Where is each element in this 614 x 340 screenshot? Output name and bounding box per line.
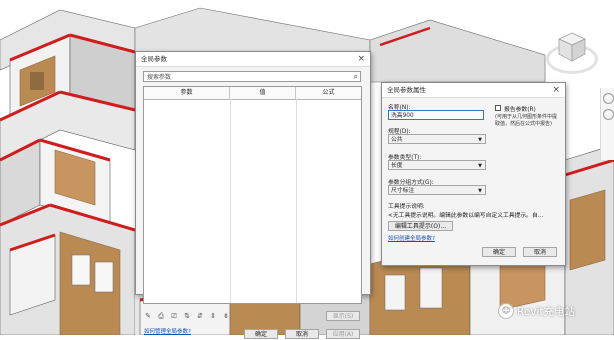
cancel-button[interactable]: 取消 bbox=[523, 247, 557, 257]
name-field[interactable]: 洗高900 bbox=[388, 110, 484, 120]
column-header-value[interactable]: 值 bbox=[230, 87, 296, 99]
group-by-value: 尺寸标注 bbox=[391, 188, 415, 194]
watermark-text: Revit充电站 bbox=[517, 306, 576, 318]
global-parameters-dialog: 全局参数 × 搜索参数 ⌕ 参数 值 公式 ✎ ⎙ ⎚ ⇅ ⇵ ⇕ ⇟ 显示(S… bbox=[135, 51, 371, 339]
help-link[interactable]: 如何创建全局参数? bbox=[388, 234, 435, 242]
zoom-icon[interactable] bbox=[602, 109, 614, 120]
chevron-down-icon: ▼ bbox=[478, 163, 482, 169]
edit-tooltip-button[interactable]: 编辑工具提示(O)... bbox=[388, 221, 453, 231]
discipline-select[interactable]: 公共 ▼ bbox=[388, 134, 486, 144]
table-header: 参数 值 公式 bbox=[144, 87, 361, 100]
help-link[interactable]: 如何管理全局参数? bbox=[144, 327, 191, 335]
dialog-titlebar[interactable]: 全局参数 × bbox=[136, 52, 370, 67]
wechat-bubble-icon: ☺ bbox=[498, 303, 514, 319]
reporting-parameter-checkbox[interactable] bbox=[495, 105, 501, 111]
parameter-toolbar: ✎ ⎙ ⎚ ⇅ ⇵ ⇕ ⇟ bbox=[143, 311, 231, 321]
sort-ascending-icon[interactable]: ⇕ bbox=[208, 311, 218, 321]
new-parameter-icon[interactable]: ⎙ bbox=[156, 311, 166, 321]
search-icon[interactable]: ⌕ bbox=[354, 71, 358, 82]
search-input[interactable]: 搜索参数 ⌕ bbox=[143, 71, 361, 82]
reporting-parameter-label: 报告参数(R) bbox=[504, 107, 536, 113]
tooltip-label: 工具提示说明: bbox=[388, 204, 425, 210]
discipline-value: 公共 bbox=[391, 137, 403, 143]
ok-button[interactable]: 确定 bbox=[482, 247, 516, 257]
parameter-type-select[interactable]: 长度 ▼ bbox=[388, 160, 486, 170]
move-down-icon[interactable]: ⇵ bbox=[195, 311, 205, 321]
parameters-table[interactable]: 参数 值 公式 bbox=[143, 86, 362, 304]
move-up-icon[interactable]: ⇅ bbox=[182, 311, 192, 321]
dialog-title: 全局参数 bbox=[141, 55, 167, 63]
dialog-titlebar[interactable]: 全局参数属性 × bbox=[382, 83, 565, 98]
cancel-button[interactable]: 取消 bbox=[285, 329, 319, 339]
column-header-formula[interactable]: 公式 bbox=[296, 87, 361, 99]
viewcube-icon[interactable] bbox=[558, 32, 586, 62]
sort-descending-icon[interactable]: ⇟ bbox=[221, 311, 231, 321]
close-icon[interactable]: × bbox=[552, 83, 560, 97]
dialog-title: 全局参数属性 bbox=[387, 86, 426, 94]
tooltip-description: <无工具提示说明。编辑此参数以编写自定义工具提示。自... bbox=[388, 213, 544, 219]
chevron-down-icon: ▼ bbox=[478, 137, 482, 143]
parameter-type-value: 长度 bbox=[391, 163, 403, 169]
delete-parameter-icon[interactable]: ⎚ bbox=[169, 311, 179, 321]
close-icon[interactable]: × bbox=[357, 52, 365, 66]
navigation-bar bbox=[600, 88, 614, 160]
search-placeholder: 搜索参数 bbox=[147, 74, 172, 81]
chevron-down-icon: ▼ bbox=[478, 188, 482, 194]
edit-parameter-icon[interactable]: ✎ bbox=[143, 311, 153, 321]
global-parameter-properties-dialog: 全局参数属性 × 名称(N): 洗高900 报告参数(R) (可用于从几何图形条… bbox=[381, 82, 566, 266]
show-button[interactable]: 显示(S) bbox=[326, 311, 360, 321]
ok-button[interactable]: 确定 bbox=[244, 329, 278, 339]
column-header-parameter[interactable]: 参数 bbox=[144, 87, 230, 99]
apply-button[interactable]: 应用(A) bbox=[326, 329, 360, 339]
group-by-select[interactable]: 尺寸标注 ▼ bbox=[388, 185, 486, 195]
steering-wheel-icon[interactable] bbox=[602, 93, 614, 104]
reporting-parameter-note: (可用于从几何图形条件中提取值，然后在公式中报告) bbox=[495, 114, 557, 127]
